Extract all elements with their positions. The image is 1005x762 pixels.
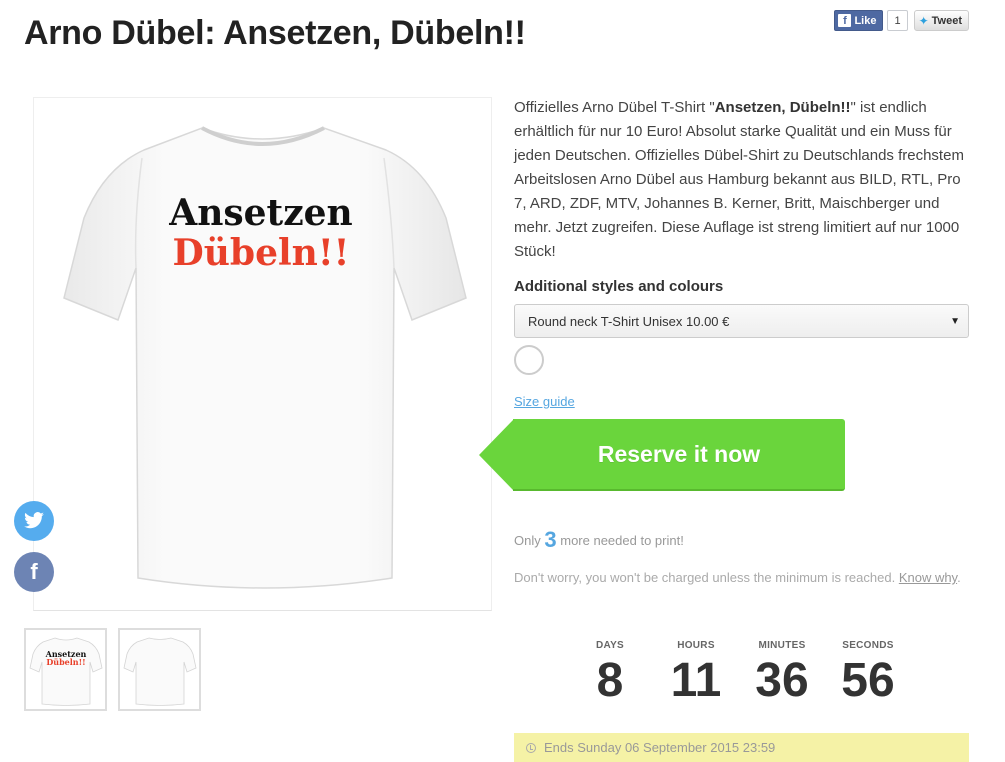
svg-text:Dübeln!!: Dübeln!! — [46, 657, 85, 667]
shirt-print-line1: Ansetzen — [168, 192, 352, 234]
shirt-print-line2: Dübeln!! — [173, 232, 350, 274]
twitter-icon — [14, 501, 54, 541]
thumbnail-front[interactable]: Ansetzen Dübeln!! — [24, 628, 107, 711]
countdown-timer: DAYS 8 HOURS 11 MINUTES 36 SECONDS 56 — [567, 640, 911, 709]
reserve-button[interactable]: Reserve it now — [479, 419, 845, 491]
charge-notice: Don't worry, you won't be charged unless… — [514, 570, 961, 585]
facebook-like-count: 1 — [887, 10, 908, 31]
product-details: Offizielles Arno Dübel T-Shirt "Ansetzen… — [514, 96, 969, 409]
facebook-like-label: Like — [854, 14, 877, 27]
product-description: Offizielles Arno Dübel T-Shirt "Ansetzen… — [514, 99, 964, 260]
thumbnail-gallery: Ansetzen Dübeln!! — [24, 628, 201, 711]
twitter-bird-icon: ✦ — [918, 13, 929, 28]
tweet-button[interactable]: ✦ Tweet — [913, 10, 969, 31]
size-guide-link[interactable]: Size guide — [514, 394, 969, 409]
color-swatch-white[interactable] — [514, 345, 544, 375]
facebook-icon: f — [838, 14, 852, 27]
needed-count: 3 — [544, 527, 557, 552]
facebook-share-side[interactable]: f — [14, 552, 54, 592]
campaign-end-text: Ends Sunday 06 September 2015 23:59 — [544, 740, 776, 755]
description-bold-title: Ansetzen, Dübeln!! — [714, 99, 851, 116]
countdown-seconds: SECONDS 56 — [841, 640, 895, 707]
style-select-value: Round neck T-Shirt Unisex 10.00 € — [528, 313, 730, 329]
tshirt-front-image: Ansetzen Dübeln!! — [63, 126, 467, 589]
reserve-arrow-icon — [479, 419, 514, 491]
tshirt-front-thumbnail: Ansetzen Dübeln!! — [29, 637, 102, 706]
clock-icon — [526, 742, 536, 753]
product-main-image: Ansetzen Dübeln!! — [33, 97, 492, 611]
countdown-days: DAYS 8 — [595, 640, 625, 707]
campaign-end-banner: Ends Sunday 06 September 2015 23:59 — [514, 733, 969, 762]
thumbnail-back[interactable] — [118, 628, 201, 711]
countdown-hours: HOURS 11 — [670, 640, 722, 707]
tweet-label: Tweet — [931, 14, 962, 27]
style-select[interactable]: Round neck T-Shirt Unisex 10.00 € ▼ — [514, 304, 969, 338]
twitter-share-side[interactable] — [14, 501, 54, 541]
tshirt-back-thumbnail — [123, 637, 196, 706]
page-title: Arno Dübel: Ansetzen, Dübeln!! — [24, 14, 526, 52]
reserve-button-label: Reserve it now — [513, 419, 845, 491]
styles-label: Additional styles and colours — [514, 278, 724, 295]
print-progress-text: Only 3 more needed to print! — [514, 527, 684, 552]
facebook-icon: f — [14, 552, 54, 592]
caret-down-icon: ▼ — [950, 315, 960, 327]
countdown-minutes: MINUTES 36 — [755, 640, 809, 707]
know-why-link[interactable]: Know why — [899, 570, 957, 585]
social-share-top: f Like 1 ✦ Tweet — [834, 10, 969, 31]
facebook-like-button[interactable]: f Like — [834, 10, 884, 31]
